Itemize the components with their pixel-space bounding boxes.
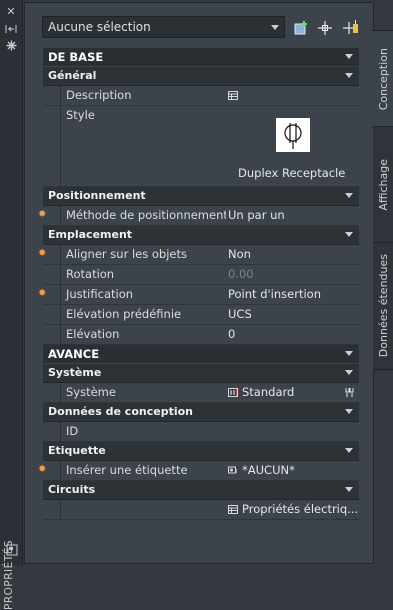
row-gutter (43, 305, 61, 324)
asterisk-icon: ✸ (38, 209, 47, 220)
row-methode-positionnement[interactable]: ✸ Méthode de positionnement Un par un (38, 206, 359, 226)
property-label: Elévation (61, 325, 231, 344)
row-systeme[interactable]: Système Standard (43, 383, 359, 403)
row-gutter (43, 106, 61, 186)
row-gutter (43, 265, 61, 284)
chevron-down-icon (345, 193, 353, 198)
property-label: ID (61, 422, 231, 441)
row-inserer-etiquette[interactable]: ✸ Insérer une étiquette *AUCUN* (38, 461, 359, 481)
category-circuits[interactable]: Circuits (43, 481, 359, 500)
property-value[interactable]: Standard (226, 383, 359, 402)
chevron-down-icon (345, 409, 353, 414)
category-general[interactable]: Général (43, 67, 359, 86)
style-name: Duplex Receptacle (238, 166, 346, 180)
row-gutter (43, 86, 61, 105)
duplex-receptacle-symbol-icon (276, 118, 310, 152)
chevron-down-icon (345, 370, 353, 375)
property-value[interactable]: *AUCUN* (226, 461, 359, 480)
chevron-down-icon (345, 54, 353, 59)
row-gutter: ✸ (38, 285, 61, 304)
settings-icon[interactable] (4, 40, 18, 52)
section-de-base[interactable]: DE BASE (43, 48, 359, 67)
property-label: Elévation prédéfinie (61, 305, 231, 324)
row-elevation[interactable]: Elévation 0 (43, 325, 359, 345)
property-label: Méthode de positionnement (61, 206, 231, 225)
row-gutter (43, 383, 61, 402)
asterisk-icon: ✸ (38, 464, 47, 475)
section-avance[interactable]: AVANCE (43, 345, 359, 364)
property-value[interactable]: Point d'insertion (226, 285, 359, 304)
electrical-properties-icon[interactable] (228, 505, 238, 514)
chevron-down-icon (345, 448, 353, 453)
palette-titlebar: ✕ PROPRIÉTÉS (0, 0, 23, 610)
palette-menu-icon[interactable] (6, 544, 18, 556)
property-value[interactable]: Propriétés électriq... (226, 500, 359, 519)
asterisk-icon: ✸ (38, 288, 47, 299)
property-label: Système (61, 383, 231, 402)
autohide-icon[interactable] (4, 24, 18, 36)
row-gutter (43, 325, 61, 344)
property-label: Justification (61, 285, 231, 304)
quick-select-icon[interactable] (293, 19, 311, 37)
chevron-down-icon (345, 487, 353, 492)
row-gutter: ✸ (38, 206, 61, 225)
selection-toolbar: Aucune sélection (42, 16, 372, 40)
chevron-down-icon (271, 25, 279, 30)
tab-conception[interactable]: Conception (371, 30, 393, 128)
row-id[interactable]: ID (43, 422, 359, 442)
property-grid: DE BASE Général Description Style Duplex… (38, 48, 359, 520)
property-label: Style (61, 106, 231, 186)
property-value[interactable]: UCS (226, 305, 359, 324)
tab-donnees-etendues[interactable]: Données étendues (373, 242, 393, 370)
property-label: Aligner sur les objets (61, 245, 231, 264)
category-donnees-conception[interactable]: Données de conception (43, 403, 359, 422)
category-systeme[interactable]: Système (43, 364, 359, 383)
row-circuits[interactable]: Propriétés électriq... (43, 500, 359, 520)
row-gutter: ✸ (38, 461, 61, 480)
chevron-down-icon (345, 351, 353, 356)
row-justification[interactable]: ✸ Justification Point d'insertion (38, 285, 359, 305)
close-icon[interactable]: ✕ (4, 6, 18, 18)
tab-affichage[interactable]: Affichage (373, 126, 393, 244)
property-value[interactable]: 0 (226, 325, 359, 344)
row-rotation[interactable]: Rotation 0.00 (43, 265, 359, 285)
property-label: Insérer une étiquette (61, 461, 231, 480)
asterisk-icon: ✸ (38, 248, 47, 259)
property-value[interactable] (226, 86, 359, 105)
property-value[interactable]: 0.00 (226, 265, 359, 284)
row-gutter (43, 500, 61, 519)
row-description[interactable]: Description (43, 86, 359, 106)
row-style[interactable]: Style Duplex Receptacle (43, 106, 359, 187)
pick-system-icon[interactable] (344, 387, 355, 398)
selection-dropdown[interactable]: Aucune sélection (42, 16, 285, 38)
tag-icon (228, 466, 237, 474)
style-preview[interactable]: Duplex Receptacle (226, 106, 359, 186)
system-icon (228, 388, 238, 397)
property-label (61, 500, 231, 519)
chevron-down-icon (345, 232, 353, 237)
chevron-down-icon (345, 73, 353, 78)
property-value[interactable]: Un par un (226, 206, 359, 225)
property-label: Description (61, 86, 231, 105)
property-value[interactable] (226, 422, 359, 441)
property-label: Rotation (61, 265, 231, 284)
row-elevation-predefinie[interactable]: Elévation prédéfinie UCS (43, 305, 359, 325)
row-gutter (43, 422, 61, 441)
select-objects-icon[interactable] (316, 19, 334, 37)
edit-description-icon[interactable] (228, 91, 238, 100)
category-emplacement[interactable]: Emplacement (43, 226, 359, 245)
toggle-pickadd-icon[interactable] (342, 19, 360, 37)
property-value[interactable]: Non (226, 245, 359, 264)
category-etiquette[interactable]: Etiquette (43, 442, 359, 461)
category-positionnement[interactable]: Positionnement (43, 187, 359, 206)
row-gutter: ✸ (38, 245, 61, 264)
row-aligner[interactable]: ✸ Aligner sur les objets Non (38, 245, 359, 265)
